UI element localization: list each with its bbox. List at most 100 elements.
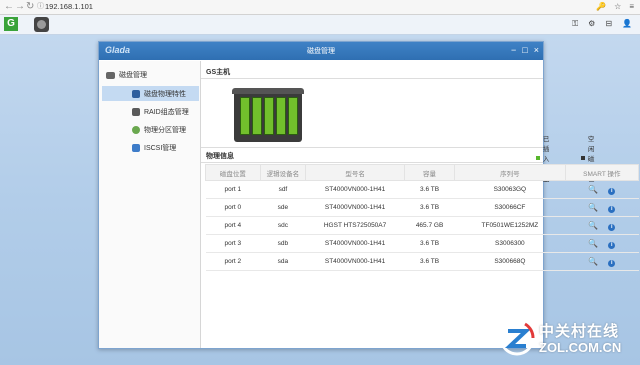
col-position[interactable]: 磁盘位置 [205, 164, 261, 181]
disk-manager-icon [106, 71, 115, 79]
search-icon[interactable]: 🔍 [588, 203, 598, 212]
cell-device: sdf [260, 180, 306, 199]
cell-smart: 🔍 i [565, 198, 639, 217]
legend-inserted-swatch [536, 156, 540, 160]
sidebar-item-iscsi[interactable]: ISCSI管理 [102, 140, 199, 155]
minimize-icon[interactable]: − [511, 44, 516, 57]
host-section-title: GS主机 [206, 69, 231, 76]
watermark-cn: 中关村在线 [539, 323, 620, 340]
cell-position: port 3 [205, 234, 261, 253]
info-icon[interactable]: i [608, 259, 616, 267]
col-model[interactable]: 型号名 [305, 164, 406, 181]
desktop-taskbar: G ⚿ ⚙ ⊟ 👤 [0, 15, 640, 35]
info-icon[interactable]: i [608, 241, 616, 249]
address-bar[interactable]: 192.168.1.101 [45, 1, 93, 13]
back-icon[interactable]: ← [4, 1, 14, 13]
col-device[interactable]: 逻辑设备名 [259, 164, 307, 181]
maximize-icon[interactable]: □ [522, 44, 527, 57]
menu-icon[interactable]: ≡ [629, 1, 634, 13]
window-controls: − □ × [511, 44, 539, 57]
forward-icon[interactable]: → [15, 1, 25, 13]
disk-manager-app-icon[interactable] [34, 17, 49, 32]
col-capacity[interactable]: 容量 [404, 164, 456, 181]
col-smart[interactable]: SMART 操作 [564, 164, 640, 181]
cell-smart: 🔍 i [565, 234, 639, 253]
cell-smart: 🔍 i [565, 252, 639, 271]
sidebar-item-raid[interactable]: RAID组态管理 [102, 104, 199, 119]
cell-device: sda [260, 252, 306, 271]
nas-chassis-image [232, 88, 304, 142]
window-title: 磁盘管理 [307, 48, 335, 55]
key-icon[interactable]: 🔑 [596, 1, 606, 13]
cell-device: sdc [260, 216, 306, 235]
cell-capacity: 3.6 TB [404, 252, 455, 271]
windows-icon[interactable]: ⊟ [605, 18, 612, 30]
search-icon[interactable]: 🔍 [588, 185, 598, 194]
cell-serial: S3006300 [454, 234, 566, 253]
table-row[interactable]: port 0 sde ST4000VN000-1H41 3.6 TB S3006… [205, 198, 639, 217]
table-row[interactable]: port 1 sdf ST4000VN000-1H41 3.6 TB S3006… [205, 180, 639, 199]
iscsi-icon [132, 143, 140, 152]
cell-capacity: 465.7 GB [404, 216, 455, 235]
disk-bay [252, 97, 262, 135]
sidebar-header[interactable]: 磁盘管理 [106, 70, 147, 80]
disk-bay [240, 97, 250, 135]
search-icon[interactable]: 🔍 [588, 257, 598, 266]
star-icon[interactable]: ☆ [614, 1, 621, 13]
watermark-en: ZOL.COM.CN [539, 340, 622, 355]
legend-empty-swatch [581, 156, 585, 160]
cell-model: HGST HTS725050A7 [305, 216, 405, 235]
cell-serial: TF0501WE1252MZ [454, 216, 566, 235]
cell-position: port 2 [205, 252, 261, 271]
window-titlebar[interactable]: Glada 磁盘管理 − □ × [99, 42, 543, 60]
disk-bay [276, 97, 286, 135]
col-serial[interactable]: 序列号 [454, 164, 566, 181]
disk-bay [288, 97, 298, 135]
sidebar-item-label: 磁盘物理特性 [144, 90, 186, 98]
cell-model: ST4000VN000-1H41 [305, 234, 405, 253]
cell-serial: S30063GQ [454, 180, 566, 199]
table-row[interactable]: port 4 sdc HGST HTS725050A7 465.7 GB TF0… [205, 216, 639, 235]
cell-model: ST4000VN000-1H41 [305, 180, 405, 199]
info-icon[interactable]: i [608, 223, 616, 231]
cell-device: sdb [260, 234, 306, 253]
cell-serial: S30066CF [454, 198, 566, 217]
table-row[interactable]: port 2 sda ST4000VN000-1H41 3.6 TB S3006… [205, 252, 639, 271]
cell-capacity: 3.6 TB [404, 180, 455, 199]
browser-toolbar: ← → ↻ ⓘ 192.168.1.101 🔑 ☆ ≡ [0, 0, 640, 15]
taskbar-tray: ⚿ ⚙ ⊟ 👤 [572, 18, 632, 30]
divider [201, 78, 543, 79]
search-icon[interactable]: 🔍 [588, 221, 598, 230]
cell-capacity: 3.6 TB [404, 234, 455, 253]
divider [201, 147, 543, 148]
sidebar-item-label: 物理分区管理 [144, 126, 186, 134]
start-logo[interactable]: G [4, 17, 18, 31]
user-icon[interactable]: 👤 [622, 18, 632, 30]
disk-icon [132, 89, 140, 98]
sidebar-item-label: RAID组态管理 [144, 108, 189, 116]
sidebar-item-disk-properties[interactable]: 磁盘物理特性 [102, 86, 199, 101]
lock-icon[interactable]: ⚿ [572, 18, 578, 30]
search-icon[interactable]: 🔍 [588, 239, 598, 248]
cell-serial: S300668Q [454, 252, 566, 271]
settings-icon[interactable]: ⚙ [588, 18, 595, 30]
sidebar-item-partitions[interactable]: 物理分区管理 [102, 122, 199, 137]
reload-icon[interactable]: ↻ [26, 1, 34, 13]
disk-management-window: Glada 磁盘管理 − □ × 磁盘管理 磁盘物理特性 RAID组态管理 物理… [98, 41, 640, 349]
partition-icon [132, 125, 140, 134]
sidebar: 磁盘管理 磁盘物理特性 RAID组态管理 物理分区管理 ISCSI管理 [99, 61, 201, 348]
table-row[interactable]: port 3 sdb ST4000VN000-1H41 3.6 TB S3006… [205, 234, 639, 253]
close-icon[interactable]: × [534, 44, 539, 57]
info-icon[interactable]: i [608, 205, 616, 213]
cell-position: port 0 [205, 198, 261, 217]
cell-position: port 4 [205, 216, 261, 235]
info-icon[interactable]: i [608, 187, 616, 195]
cell-smart: 🔍 i [565, 180, 639, 199]
main-content: GS主机 已插入磁盘 空闲磁盘位 物理信息 磁盘位置 逻辑设备名 [201, 61, 640, 348]
raid-icon [132, 107, 140, 116]
zol-logo-icon [499, 320, 535, 356]
table-header-row: 磁盘位置 逻辑设备名 型号名 容量 序列号 SMART 操作 [205, 164, 640, 181]
site-info-icon[interactable]: ⓘ [37, 1, 44, 13]
physical-section-title: 物理信息 [206, 153, 234, 160]
sidebar-header-label: 磁盘管理 [119, 72, 147, 79]
